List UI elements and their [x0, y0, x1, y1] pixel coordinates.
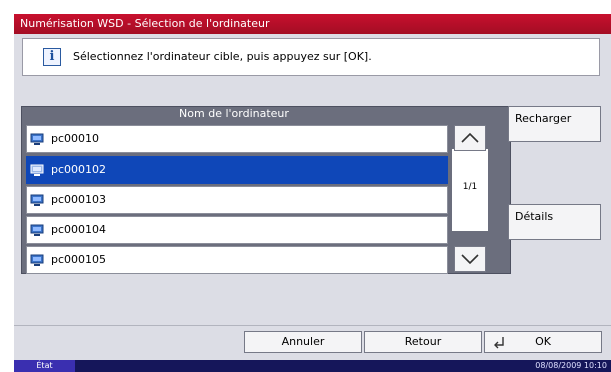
list-row-pc000102[interactable]: pc000102 — [26, 156, 448, 184]
computer-icon — [30, 254, 44, 266]
cancel-button[interactable]: Annuler — [244, 331, 362, 353]
computer-icon — [30, 224, 44, 236]
status-bar: État 08/08/2009 10:10 — [14, 360, 611, 372]
cancel-button-label: Annuler — [281, 335, 325, 348]
reload-button-label: Recharger — [515, 112, 572, 125]
computer-icon — [30, 194, 44, 206]
list-row-label: pc00010 — [51, 132, 100, 145]
panel-screen: Numérisation WSD - Sélection de l'ordina… — [14, 14, 611, 372]
list-row-label: pc000105 — [51, 253, 107, 266]
ok-button-label: OK — [535, 335, 551, 348]
ok-button[interactable]: OK — [484, 331, 602, 353]
computer-list-panel: Nom de l'ordinateur pc00010 pc000102 pc0… — [21, 106, 511, 274]
details-button[interactable]: Détails — [508, 204, 601, 240]
computer-icon — [30, 164, 44, 176]
back-button-label: Retour — [404, 335, 442, 348]
list-header: Nom de l'ordinateur — [179, 107, 289, 120]
reload-button[interactable]: Recharger — [508, 106, 601, 142]
title-bar: Numérisation WSD - Sélection de l'ordina… — [14, 14, 611, 34]
list-row-label: pc000104 — [51, 223, 107, 236]
enter-arrow-icon — [494, 337, 504, 349]
list-row-label: pc000103 — [51, 193, 107, 206]
status-datetime: 08/08/2009 10:10 — [535, 361, 607, 370]
details-button-label: Détails — [515, 210, 554, 223]
bottom-divider — [14, 325, 611, 326]
window-title: Numérisation WSD - Sélection de l'ordina… — [20, 17, 270, 30]
chevron-up-icon — [461, 132, 479, 143]
list-row-pc000103[interactable]: pc000103 — [26, 186, 448, 214]
list-row-label: pc000102 — [51, 163, 107, 176]
list-row-pc00010[interactable]: pc00010 — [26, 125, 448, 153]
computer-icon — [30, 133, 44, 145]
chevron-down-icon — [461, 254, 479, 265]
info-message-box: i Sélectionnez l'ordinateur cible, puis … — [22, 38, 600, 76]
info-message: Sélectionnez l'ordinateur cible, puis ap… — [73, 50, 372, 63]
status-state-button[interactable]: État — [14, 360, 75, 372]
info-icon: i — [43, 48, 61, 66]
list-row-pc000104[interactable]: pc000104 — [26, 216, 448, 244]
scroll-down-button[interactable] — [454, 246, 486, 272]
back-button[interactable]: Retour — [364, 331, 482, 353]
scroll-up-button[interactable] — [454, 125, 486, 151]
page-indicator: 1/1 — [462, 182, 478, 192]
list-row-pc000105[interactable]: pc000105 — [26, 246, 448, 274]
